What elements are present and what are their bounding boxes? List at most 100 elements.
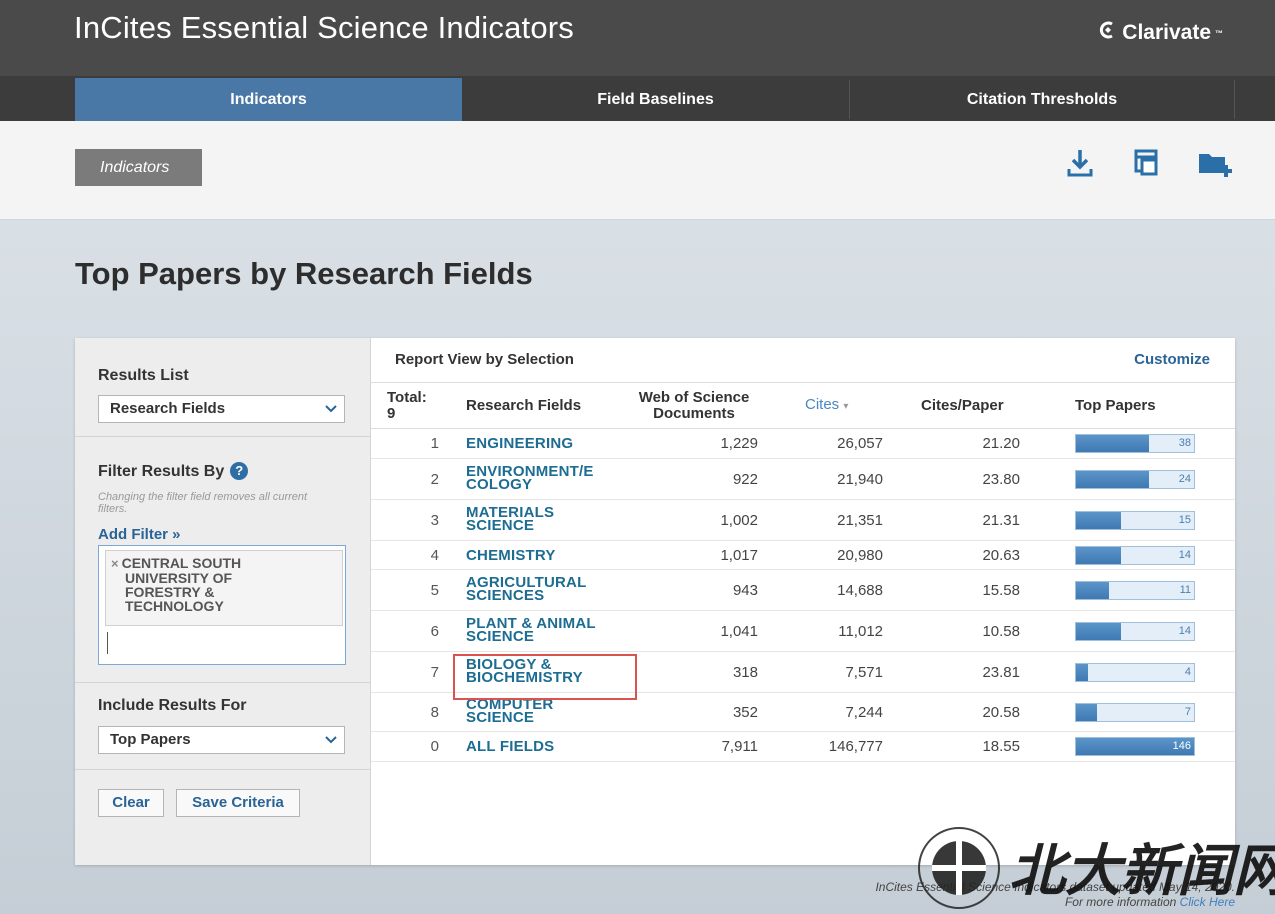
dataset-note: InCites Essential Science Indicators dat… bbox=[875, 880, 1235, 894]
download-icon[interactable] bbox=[1064, 147, 1096, 179]
rank-cell: 7 bbox=[371, 651, 451, 693]
results-list-select[interactable]: Research Fields bbox=[98, 395, 345, 423]
research-field-cell: CHEMISTRY bbox=[451, 540, 611, 570]
cites-per-paper-cell: 18.55 bbox=[913, 731, 1055, 762]
top-papers-value: 146 bbox=[1172, 740, 1191, 752]
cites-per-paper-cell: 21.20 bbox=[913, 428, 1055, 459]
top-papers-value: 4 bbox=[1184, 665, 1191, 678]
cites-cell: 7,244 bbox=[777, 692, 913, 732]
research-field-link[interactable]: COMPUTER SCIENCE bbox=[466, 697, 553, 725]
add-filter-link[interactable]: Add Filter » bbox=[98, 526, 181, 543]
table-row: 2 ENVIRONMENT/E COLOGY 922 21,940 23.80 24 bbox=[371, 458, 1235, 500]
research-field-link[interactable]: ALL FIELDS bbox=[466, 739, 554, 754]
more-info-text: For more information bbox=[1064, 895, 1177, 909]
clarivate-logo[interactable]: Clarivate ™ bbox=[1098, 20, 1223, 46]
print-icon[interactable] bbox=[1131, 147, 1163, 179]
include-results-value: Top Papers bbox=[110, 731, 191, 748]
research-field-link[interactable]: PLANT & ANIMAL SCIENCE bbox=[466, 616, 596, 644]
clear-button[interactable]: Clear bbox=[98, 789, 164, 817]
research-field-link[interactable]: CHEMISTRY bbox=[466, 548, 556, 563]
sub-toolbar: Indicators bbox=[0, 121, 1275, 220]
table-row: 5 AGRICULTURAL SCIENCES 943 14,688 15.58 11 bbox=[371, 569, 1235, 611]
top-papers-cell: 11 bbox=[1055, 569, 1235, 611]
filter-chip-line: UNIVERSITY OF bbox=[125, 570, 233, 586]
add-folder-icon[interactable] bbox=[1197, 147, 1235, 179]
filter-chip-line: FORESTRY & bbox=[125, 584, 215, 600]
include-results-label: Include Results For bbox=[98, 697, 247, 714]
click-here-link[interactable]: Click Here bbox=[1180, 895, 1235, 909]
table-row: 6 PLANT & ANIMAL SCIENCE 1,041 11,012 10.58 14 bbox=[371, 610, 1235, 652]
cites-cell: 146,777 bbox=[777, 731, 913, 762]
top-papers-cell: 7 bbox=[1055, 692, 1235, 732]
cites-cell: 20,980 bbox=[777, 540, 913, 570]
top-papers-bar-fill bbox=[1076, 435, 1150, 452]
top-papers-bar-fill bbox=[1076, 470, 1150, 488]
top-papers-value: 14 bbox=[1178, 624, 1191, 637]
breadcrumb[interactable]: Indicators bbox=[75, 149, 202, 186]
research-field-link[interactable]: AGRICULTURAL SCIENCES bbox=[466, 575, 586, 603]
customize-link[interactable]: Customize bbox=[1134, 351, 1210, 368]
cites-header-label: Cites bbox=[805, 395, 840, 413]
rank-cell: 6 bbox=[371, 610, 451, 652]
help-icon[interactable]: ? bbox=[230, 462, 249, 480]
cites-cell: 14,688 bbox=[777, 569, 913, 611]
top-papers-cell: 14 bbox=[1055, 610, 1235, 652]
cites-cell: 7,571 bbox=[777, 651, 913, 693]
results-list-label: Results List bbox=[98, 367, 189, 384]
top-papers-bar[interactable]: 11 bbox=[1075, 580, 1195, 600]
top-papers-bar-fill bbox=[1076, 663, 1088, 681]
include-results-section: Include Results For Top Papers bbox=[75, 682, 370, 770]
research-field-link[interactable]: BIOLOGY & BIOCHEMISTRY bbox=[466, 657, 583, 686]
top-papers-bar[interactable]: 14 bbox=[1075, 545, 1195, 565]
chevron-down-icon bbox=[324, 396, 338, 422]
cites-per-paper-cell: 20.63 bbox=[913, 540, 1055, 570]
wos-documents-cell: 318 bbox=[611, 651, 777, 693]
filter-hint: Changing the filter field removes all cu… bbox=[98, 491, 308, 515]
cites-per-paper-cell: 23.81 bbox=[913, 651, 1055, 693]
wos-documents-header[interactable]: Web of Science Documents bbox=[611, 382, 777, 429]
filter-input-box[interactable]: × CENTRAL SOUTH UNIVERSITY OF FORESTRY & TEC… bbox=[98, 545, 346, 665]
tab-indicators[interactable]: Indicators bbox=[75, 78, 462, 121]
research-field-link[interactable]: ENGINEERING bbox=[466, 436, 573, 451]
clarivate-mark-icon bbox=[1098, 20, 1118, 46]
top-papers-bar[interactable]: 4 bbox=[1075, 662, 1195, 682]
include-results-select[interactable]: Top Papers bbox=[98, 726, 345, 754]
research-field-link[interactable]: ENVIRONMENT/E COLOGY bbox=[466, 464, 594, 492]
table-row: 3 MATERIALS SCIENCE 1,002 21,351 21.31 15 bbox=[371, 499, 1235, 541]
tab-citation-thresholds[interactable]: Citation Thresholds bbox=[850, 78, 1234, 121]
top-papers-bar[interactable]: 38 bbox=[1075, 434, 1195, 453]
research-field-cell: ALL FIELDS bbox=[451, 731, 611, 762]
nav-divider bbox=[1234, 80, 1235, 119]
research-field-line: BIOCHEMISTRY bbox=[466, 669, 583, 686]
brand-trademark: ™ bbox=[1215, 28, 1223, 38]
rank-cell: 3 bbox=[371, 499, 451, 541]
top-papers-bar[interactable]: 24 bbox=[1075, 469, 1195, 489]
main-nav: Indicators Field Baselines Citation Thre… bbox=[0, 76, 1275, 121]
wos-documents-cell: 1,229 bbox=[611, 428, 777, 459]
filter-chip-line: CENTRAL SOUTH bbox=[121, 555, 242, 571]
total-header: Total: 9 bbox=[371, 382, 451, 429]
research-field-link[interactable]: MATERIALS SCIENCE bbox=[466, 505, 554, 533]
top-papers-bar[interactable]: 14 bbox=[1075, 621, 1195, 641]
tab-field-baselines[interactable]: Field Baselines bbox=[462, 78, 849, 121]
footer-note: InCites Essential Science Indicators dat… bbox=[800, 880, 1235, 910]
remove-filter-icon[interactable]: × bbox=[111, 556, 119, 571]
top-papers-header[interactable]: Top Papers bbox=[1055, 382, 1235, 429]
cites-cell: 26,057 bbox=[777, 428, 913, 459]
top-papers-bar[interactable]: 7 bbox=[1075, 702, 1195, 722]
cites-header[interactable]: Cites ▾ bbox=[777, 382, 913, 429]
top-papers-bar[interactable]: 146 bbox=[1075, 737, 1195, 756]
top-papers-bar-fill bbox=[1076, 581, 1110, 599]
save-criteria-button[interactable]: Save Criteria bbox=[176, 789, 300, 817]
rank-cell: 1 bbox=[371, 428, 451, 459]
results-list-value: Research Fields bbox=[110, 400, 226, 417]
research-field-cell: ENVIRONMENT/E COLOGY bbox=[451, 458, 611, 500]
top-papers-cell: 4 bbox=[1055, 651, 1235, 693]
wos-documents-cell: 943 bbox=[611, 569, 777, 611]
research-field-cell: AGRICULTURAL SCIENCES bbox=[451, 569, 611, 611]
cites-per-paper-cell: 21.31 bbox=[913, 499, 1055, 541]
cites-per-paper-header[interactable]: Cites/Paper bbox=[913, 382, 1055, 429]
research-fields-header[interactable]: Research Fields bbox=[451, 382, 611, 429]
top-papers-bar[interactable]: 15 bbox=[1075, 510, 1195, 530]
top-papers-value: 15 bbox=[1178, 513, 1191, 526]
